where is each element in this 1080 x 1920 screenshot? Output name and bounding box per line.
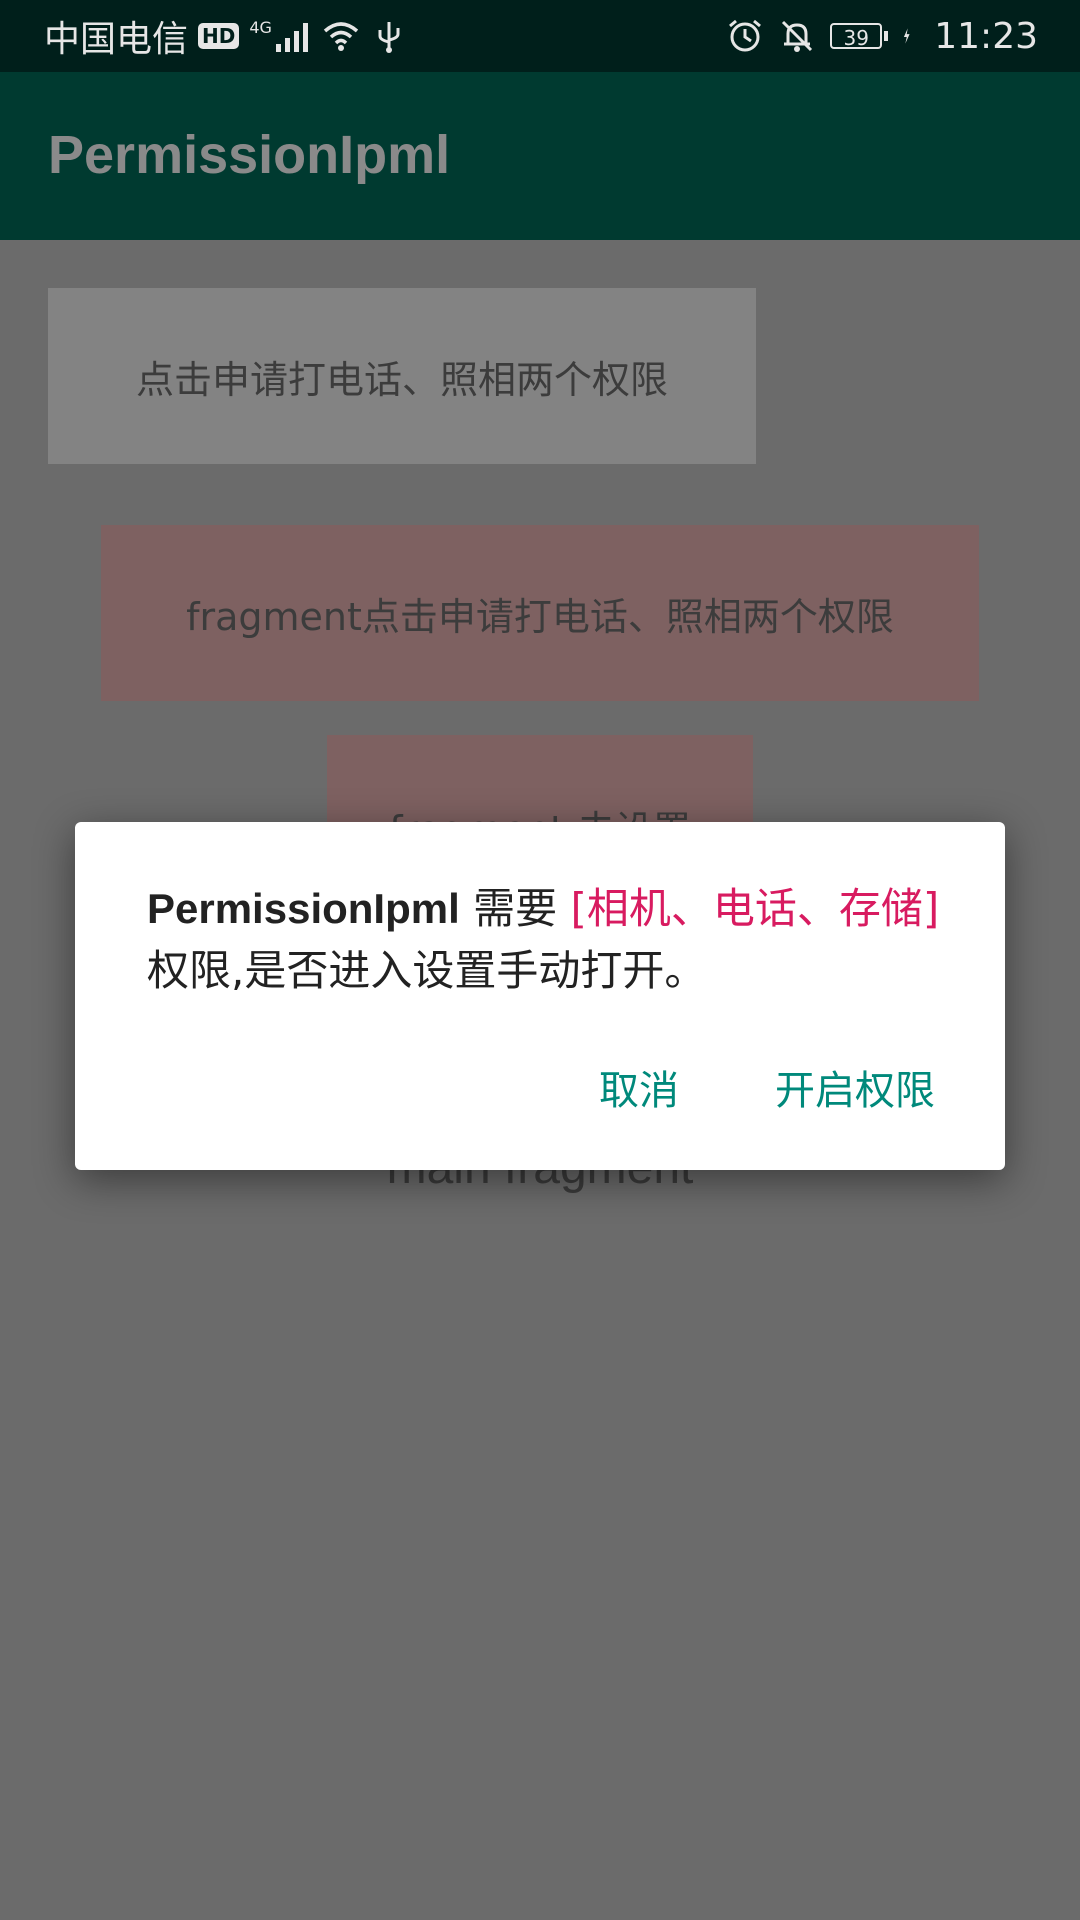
dialog-message-suffix: 权限,是否进入设置手动打开。 [147, 946, 707, 995]
status-bar: 中国电信 HD 4G 39 11:23 [0, 0, 1080, 72]
status-right: 39 11:23 [726, 0, 1038, 72]
app-bar: PermissionIpml [0, 72, 1080, 240]
usb-icon [378, 22, 400, 53]
carrier-label: 中国电信 [44, 19, 189, 60]
dialog-actions: 取消 开启权限 [599, 1058, 935, 1116]
wifi-icon [323, 22, 359, 51]
permission-dialog: PermissionIpml 需要 [相机、电话、存储] 权限,是否进入设置手动… [75, 822, 1005, 1170]
dialog-message: PermissionIpml 需要 [相机、电话、存储] 权限,是否进入设置手动… [147, 878, 947, 1002]
dialog-needs-text: 需要 [459, 884, 571, 933]
charging-icon [904, 28, 910, 44]
dialog-permission-list: [相机、电话、存储] [570, 884, 940, 933]
fragment-request-permissions-button[interactable]: fragment点击申请打电话、照相两个权限 [101, 525, 979, 701]
battery-icon: 39 [830, 23, 883, 50]
alarm-icon [729, 19, 762, 52]
app-title: PermissionIpml [48, 125, 451, 185]
cancel-button[interactable]: 取消 [599, 1058, 679, 1116]
dialog-app-name: PermissionIpml [147, 885, 460, 932]
mute-icon [782, 20, 813, 52]
signal-icon [275, 23, 308, 52]
battery-level: 39 [843, 26, 869, 50]
clock: 11:23 [934, 15, 1038, 57]
request-permissions-button[interactable]: 点击申请打电话、照相两个权限 [48, 288, 756, 464]
battery-cap [884, 31, 889, 41]
hd-icon: HD [198, 23, 240, 49]
status-left: 中国电信 HD 4G [44, 0, 408, 72]
open-permissions-button[interactable]: 开启权限 [775, 1058, 935, 1116]
network-gen-label: 4G [249, 18, 272, 37]
screen: 中国电信 HD 4G 39 11:23 PermissionIpml 点击申请打… [0, 0, 1080, 1920]
